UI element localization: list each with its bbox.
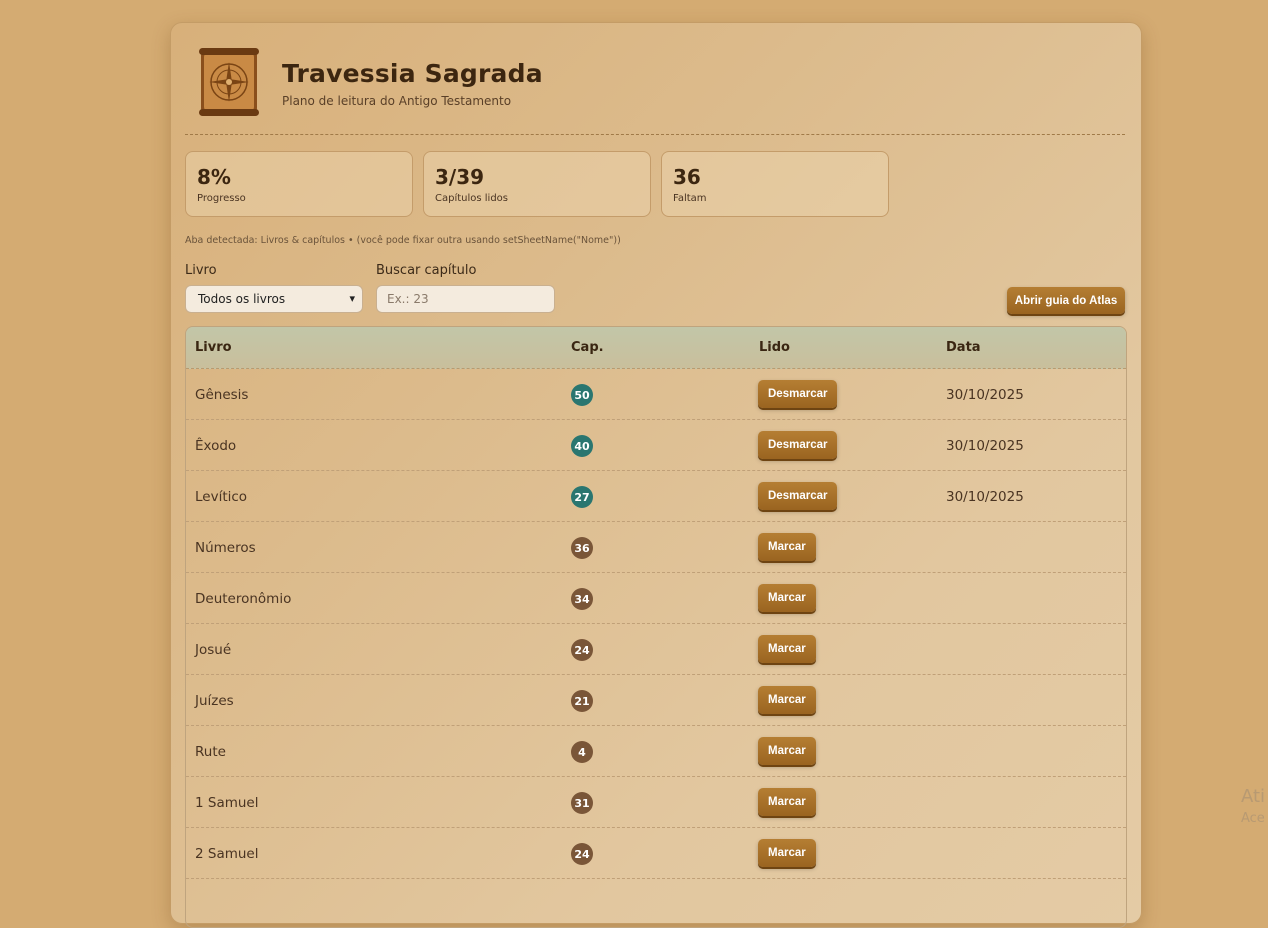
- book-name: Josué: [195, 642, 232, 658]
- table-header: Livro Cap. Lido Data: [186, 327, 1126, 369]
- book-select-value: Todos os livros: [198, 292, 286, 306]
- mark-button[interactable]: Marcar: [758, 533, 816, 561]
- chapter-count-badge: 24: [571, 639, 593, 661]
- mark-button[interactable]: Marcar: [758, 584, 816, 612]
- main-card: Travessia Sagrada Plano de leitura do An…: [170, 22, 1142, 928]
- unmark-button[interactable]: Desmarcar: [758, 380, 838, 408]
- book-name: Rute: [195, 744, 226, 760]
- column-header-date: Data: [946, 340, 981, 355]
- table-row: Números 36 Marcar: [186, 522, 1126, 573]
- stat-chapters-read-label: Capítulos lidos: [435, 193, 509, 204]
- book-name: Êxodo: [195, 438, 237, 454]
- table-row: 1 Samuel 31 Marcar: [186, 777, 1126, 828]
- mark-button[interactable]: Marcar: [758, 788, 816, 816]
- book-name: 2 Samuel: [195, 846, 259, 862]
- read-date: 30/10/2025: [946, 489, 1024, 505]
- open-atlas-guide-button[interactable]: Abrir guia do Atlas: [1007, 287, 1125, 314]
- chapter-count-badge: 36: [571, 537, 593, 559]
- mark-button[interactable]: Marcar: [758, 737, 816, 765]
- chapter-count-badge: 21: [571, 690, 593, 712]
- mark-button[interactable]: Marcar: [758, 686, 816, 714]
- table-row: Gênesis 50 Desmarcar 30/10/2025: [186, 369, 1126, 420]
- stat-progress-value: 8%: [197, 165, 231, 189]
- chapter-count-badge: 4: [571, 741, 593, 763]
- read-date: 30/10/2025: [946, 438, 1024, 454]
- book-filter-label: Livro: [185, 263, 217, 278]
- reading-table: Livro Cap. Lido Data Gênesis 50 Desmarcar 3…: [185, 326, 1127, 928]
- activation-watermark-line1: Ati: [1241, 786, 1266, 807]
- read-date: 30/10/2025: [946, 387, 1024, 403]
- table-row: 2 Samuel 24 Marcar: [186, 828, 1126, 879]
- unmark-button[interactable]: Desmarcar: [758, 431, 838, 459]
- stat-remaining-value: 36: [673, 165, 701, 189]
- column-header-book: Livro: [195, 340, 232, 355]
- table-row: Josué 24 Marcar: [186, 624, 1126, 675]
- chapter-count-badge: 27: [571, 486, 593, 508]
- book-name: Gênesis: [195, 387, 249, 403]
- chevron-down-icon: ▾: [349, 292, 355, 305]
- column-header-read: Lido: [759, 340, 790, 355]
- sheet-hint: Aba detectada: Livros & capítulos • (voc…: [185, 235, 621, 246]
- book-name: 1 Samuel: [195, 795, 259, 811]
- table-body: Gênesis 50 Desmarcar 30/10/2025 Êxodo 40 Desma…: [186, 369, 1126, 879]
- chapter-count-badge: 31: [571, 792, 593, 814]
- table-row: Juízes 21 Marcar: [186, 675, 1126, 726]
- chapter-search-input[interactable]: [376, 285, 555, 313]
- book-name: Levítico: [195, 489, 248, 505]
- book-name: Deuteronômio: [195, 591, 292, 607]
- stat-progress: 8% Progresso: [185, 151, 413, 217]
- table-row: Êxodo 40 Desmarcar 30/10/2025: [186, 420, 1126, 471]
- mark-button[interactable]: Marcar: [758, 839, 816, 867]
- activation-watermark-line2: Ace: [1241, 811, 1265, 826]
- stat-chapters-read-value: 3/39: [435, 165, 485, 189]
- header-divider: [185, 134, 1125, 135]
- app-title: Travessia Sagrada: [282, 59, 543, 88]
- search-label: Buscar capítulo: [376, 263, 477, 278]
- book-name: Juízes: [195, 693, 234, 709]
- column-header-chapters: Cap.: [571, 340, 604, 355]
- chapter-count-badge: 50: [571, 384, 593, 406]
- book-select[interactable]: Todos os livros ▾: [185, 285, 363, 313]
- stat-chapters-read: 3/39 Capítulos lidos: [423, 151, 651, 217]
- app-subtitle: Plano de leitura do Antigo Testamento: [282, 94, 512, 108]
- compass-scroll-logo: [197, 47, 261, 117]
- stat-remaining: 36 Faltam: [661, 151, 889, 217]
- chapter-count-badge: 24: [571, 843, 593, 865]
- book-name: Números: [195, 540, 256, 556]
- stat-remaining-label: Faltam: [673, 193, 707, 204]
- stat-progress-label: Progresso: [197, 193, 246, 204]
- chapter-count-badge: 40: [571, 435, 593, 457]
- table-row: Levítico 27 Desmarcar 30/10/2025: [186, 471, 1126, 522]
- mark-button[interactable]: Marcar: [758, 635, 816, 663]
- table-row: Deuteronômio 34 Marcar: [186, 573, 1126, 624]
- table-row: Rute 4 Marcar: [186, 726, 1126, 777]
- unmark-button[interactable]: Desmarcar: [758, 482, 838, 510]
- chapter-count-badge: 34: [571, 588, 593, 610]
